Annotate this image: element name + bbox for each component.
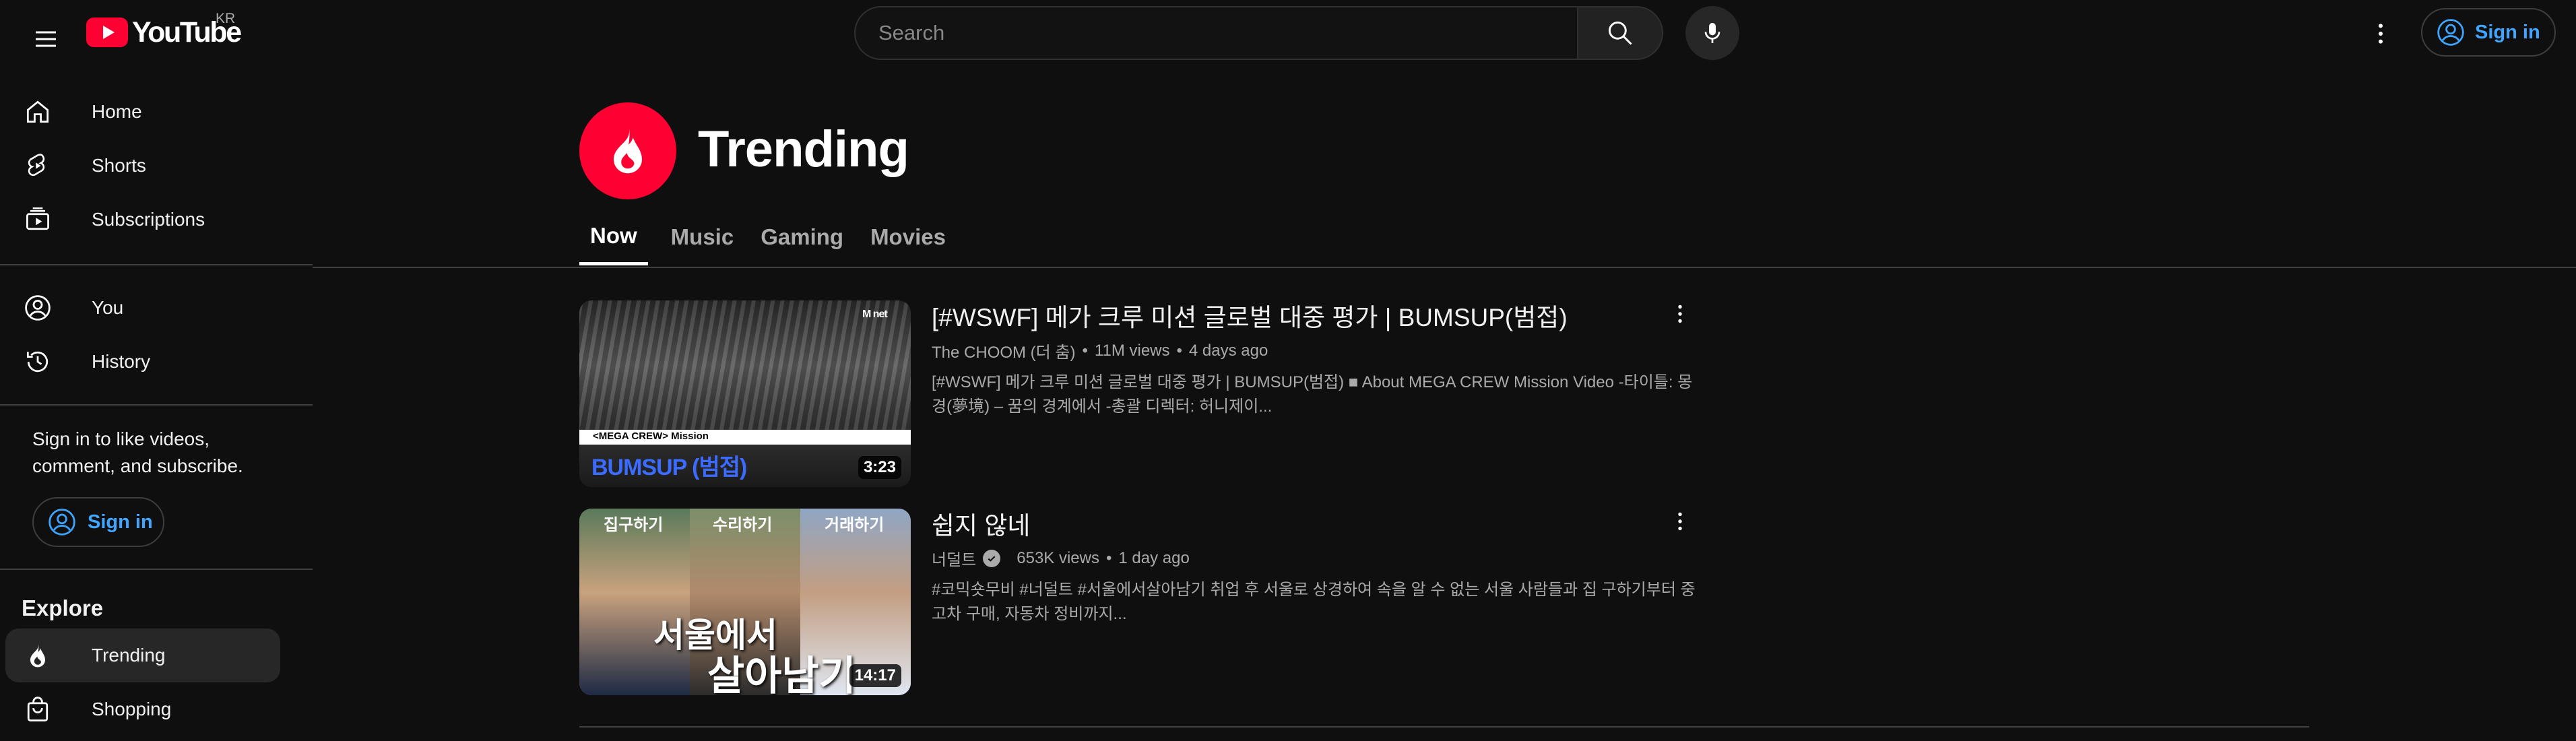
- more-vertical-icon: [2379, 24, 2383, 44]
- sidebar-item-label: Subscriptions: [92, 209, 205, 230]
- video-duration: 3:23: [858, 456, 901, 479]
- thumbnail-label: 거래하기: [825, 516, 884, 534]
- channel-name[interactable]: The CHOOM (더 춤): [932, 339, 1076, 362]
- trending-tabs: Now Music Gaming Movies: [579, 209, 957, 265]
- trending-icon: [614, 128, 642, 174]
- search-box[interactable]: [854, 6, 1578, 60]
- sidebar-item-label: History: [92, 351, 151, 372]
- trending-icon: [22, 639, 54, 672]
- meta-separator: •: [1105, 548, 1112, 567]
- video-thumbnail[interactable]: M net <MEGA CREW> Mission BUMSUP (범접) 3:…: [579, 300, 911, 487]
- sidebar-item-label: Shorts: [92, 155, 146, 176]
- thumbnail-title-text: BUMSUP (범접): [591, 455, 747, 480]
- video-title[interactable]: 쉽지 않네: [932, 510, 1030, 542]
- thumbnail-label: 집구하기: [604, 516, 664, 534]
- sign-in-label: Sign in: [88, 511, 153, 533]
- sidebar-divider: [0, 569, 313, 570]
- video-menu-button[interactable]: [1661, 503, 1699, 540]
- thumbnail-dancers-scene: [579, 300, 911, 435]
- search-button[interactable]: [1577, 6, 1663, 60]
- youtube-play-logo-icon: [86, 18, 128, 47]
- settings-kebab-button[interactable]: [2359, 12, 2402, 55]
- thumbnail-label: 수리하기: [713, 516, 773, 534]
- sidebar-item-you[interactable]: You: [5, 281, 280, 335]
- verified-badge-icon: [983, 549, 1001, 567]
- sidebar-item-label: Shopping: [92, 699, 172, 719]
- more-vertical-icon: [1678, 512, 1682, 531]
- subscriptions-icon: [22, 203, 54, 236]
- history-icon: [22, 346, 54, 378]
- account-circle-icon: [49, 509, 75, 536]
- tab-now[interactable]: Now: [579, 209, 648, 265]
- tab-music[interactable]: Music: [660, 209, 745, 265]
- thumbnail-title-line2: 살아남기: [707, 653, 856, 695]
- view-count: 11M views: [1094, 341, 1170, 360]
- account-circle-icon: [2437, 19, 2464, 46]
- sidebar-divider: [0, 404, 313, 406]
- sidebar-item-home[interactable]: Home: [5, 85, 280, 139]
- upload-age: 1 day ago: [1118, 548, 1190, 567]
- hamburger-icon: [36, 31, 56, 47]
- video-description: #코믹숏무비 #너덜트 #서울에서살아남기 취업 후 서울로 상경하여 속을 알…: [932, 581, 1696, 623]
- video-metadata: The CHOOM (더 춤) • 11M views • 4 days ago: [932, 339, 1268, 362]
- search-input[interactable]: [878, 21, 1578, 45]
- guide-menu-button[interactable]: [13, 7, 78, 71]
- tab-gaming[interactable]: Gaming: [750, 209, 854, 265]
- sidebar-item-trending[interactable]: Trending: [5, 629, 280, 682]
- view-count: 653K views: [1017, 548, 1099, 567]
- video-duration: 14:17: [849, 664, 901, 687]
- thumbnail-channel-badge: M net: [862, 309, 888, 320]
- sidebar-item-shopping[interactable]: Shopping: [5, 682, 280, 736]
- trending-avatar: [579, 102, 676, 199]
- microphone-icon: [1704, 23, 1720, 43]
- meta-separator: •: [1082, 341, 1088, 360]
- page-title: Trending: [698, 121, 909, 178]
- video-title[interactable]: [#WSWF] 메가 크루 미션 글로벌 대중 평가 | BUMSUP(범접): [932, 302, 1568, 334]
- shorts-icon: [22, 150, 54, 182]
- meta-separator: •: [1176, 341, 1182, 360]
- tabs-divider: [313, 267, 2576, 268]
- channel-name[interactable]: 너덜트: [932, 546, 976, 570]
- search-icon: [1608, 21, 1632, 45]
- shopping-icon: [22, 693, 54, 726]
- thumbnail-caption: <MEGA CREW> Mission: [593, 430, 709, 442]
- sidebar-sign-in-button[interactable]: Sign in: [32, 497, 164, 547]
- section-divider: [579, 726, 2309, 728]
- upload-age: 4 days ago: [1188, 341, 1268, 360]
- sidebar-item-label: You: [92, 297, 124, 318]
- sidebar-item-history[interactable]: History: [5, 335, 280, 389]
- video-metadata: 너덜트 653K views • 1 day ago: [932, 546, 1190, 570]
- sidebar-item-subscriptions[interactable]: Subscriptions: [5, 193, 280, 247]
- sidebar-divider: [0, 264, 313, 265]
- region-code: KR: [216, 11, 236, 26]
- sidebar-item-shorts[interactable]: Shorts: [5, 139, 280, 193]
- more-vertical-icon: [1678, 304, 1682, 323]
- home-icon: [22, 96, 54, 128]
- sign-in-button[interactable]: Sign in: [2421, 8, 2556, 57]
- sidebar-item-label: Trending: [92, 645, 166, 666]
- sign-in-label: Sign in: [2475, 21, 2540, 43]
- tab-movies[interactable]: Movies: [860, 209, 957, 265]
- video-thumbnail[interactable]: 집구하기 수리하기 거래하기 서울에서 살아남기 14:17: [579, 509, 911, 695]
- sign-in-prompt: Sign in to like videos, comment, and sub…: [32, 428, 243, 476]
- explore-heading: Explore: [22, 595, 104, 620]
- you-icon: [22, 292, 54, 324]
- voice-search-button[interactable]: [1685, 6, 1739, 60]
- thumbnail-panel-left: [579, 509, 690, 695]
- video-menu-button[interactable]: [1661, 295, 1699, 333]
- video-description: [#WSWF] 메가 크루 미션 글로벌 대중 평가 | BUMSUP(범접) …: [932, 373, 1693, 416]
- sidebar-item-label: Home: [92, 101, 142, 122]
